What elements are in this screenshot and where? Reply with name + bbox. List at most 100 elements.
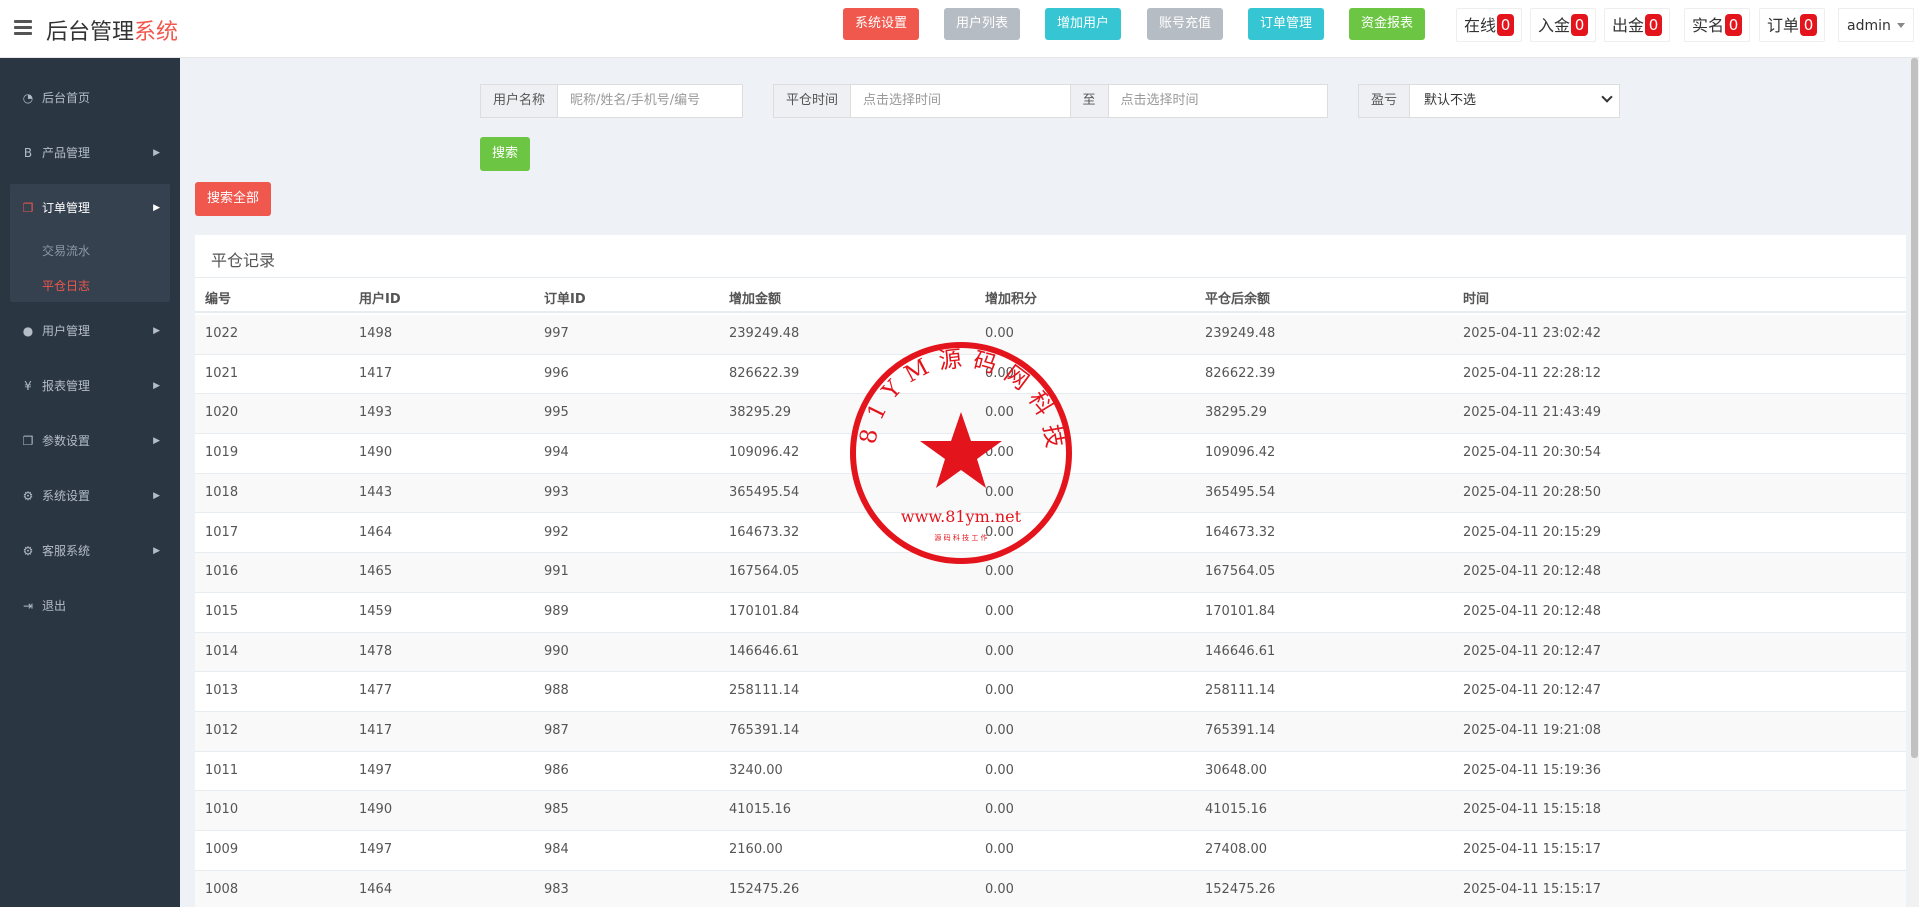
table-cell: 993 xyxy=(544,484,569,500)
table-cell: 2025-04-11 20:12:48 xyxy=(1463,564,1602,580)
table-cell: 1498 xyxy=(359,326,393,341)
sidebar-item-logout[interactable]: ⇥ 退出 xyxy=(10,584,170,628)
sidebar-item-label: 报表管理 xyxy=(42,379,91,393)
table-cell: 1009 xyxy=(205,842,239,858)
submenu-item-trade-flow[interactable]: 交易流水 xyxy=(42,242,90,259)
submenu-item-close-log[interactable]: 平仓日志 xyxy=(42,277,90,294)
sidebar-item-orders[interactable]: ❐ 订单管理 ▶ xyxy=(10,186,170,230)
table-cell: 0.00 xyxy=(985,603,1014,619)
table-cell: 1459 xyxy=(359,603,393,619)
sidebar-item-reports[interactable]: ¥ 报表管理 ▶ xyxy=(10,364,170,408)
table-cell: 164673.32 xyxy=(1205,524,1276,540)
table-cell: 826622.39 xyxy=(729,365,800,381)
table-cell: 2160.00 xyxy=(729,842,783,858)
table-cell: 170101.84 xyxy=(729,603,800,619)
table-cell: 365495.54 xyxy=(1205,484,1276,500)
chevron-down-icon xyxy=(1601,91,1613,103)
column-header: 用户ID xyxy=(359,292,401,307)
pnl-select[interactable]: 默认不选 xyxy=(1410,85,1619,117)
chevron-right-icon: ▶ xyxy=(153,148,160,158)
table-row: 1009 1497 984 2160.00 0.00 27408.00 2025-04-11… xyxy=(195,831,1906,871)
stat-withdraw[interactable]: 出金 0 xyxy=(1604,8,1671,42)
table-cell: 1019 xyxy=(205,445,239,461)
time-end-input[interactable]: 点击选择时间 xyxy=(1108,85,1327,117)
stat-online[interactable]: 在线 0 xyxy=(1456,8,1523,42)
table-cell: 41015.16 xyxy=(729,802,792,818)
stat-orders[interactable]: 订单 0 xyxy=(1759,8,1826,42)
sidebar-item-label: 用户管理 xyxy=(42,324,91,338)
brand-title: 后台管理系统 xyxy=(46,14,178,46)
table-cell: 2025-04-11 15:15:17 xyxy=(1463,881,1602,897)
table-cell: 1018 xyxy=(205,484,239,500)
table-cell: 27408.00 xyxy=(1205,842,1268,858)
time-start-input[interactable]: 点击选择时间 xyxy=(851,85,1070,117)
order-management-button[interactable]: 订单管理 xyxy=(1248,8,1325,40)
pnl-filter-group: 盈亏 默认不选 xyxy=(1358,84,1620,118)
table-cell: 987 xyxy=(544,723,569,738)
table-cell: 2025-04-11 20:12:47 xyxy=(1463,683,1602,699)
user-list-button[interactable]: 用户列表 xyxy=(944,8,1021,40)
stat-badge: 0 xyxy=(1725,14,1743,36)
sidebar-item-users[interactable]: ● 用户管理 ▶ xyxy=(10,309,170,353)
username-label: 用户名称 xyxy=(481,85,559,117)
table-cell: 1464 xyxy=(359,881,393,897)
stat-verified[interactable]: 实名 0 xyxy=(1684,8,1751,42)
add-user-button[interactable]: 增加用户 xyxy=(1045,8,1122,40)
fund-report-button[interactable]: 资金报表 xyxy=(1349,8,1426,40)
table-cell: 1417 xyxy=(359,723,393,738)
table-cell: 1490 xyxy=(359,802,393,818)
search-all-button[interactable]: 搜索全部 xyxy=(195,182,272,216)
scrollbar-thumb[interactable] xyxy=(1911,58,1918,758)
sidebar-item-home[interactable]: ◔ 后台首页 xyxy=(10,76,170,120)
system-settings-button[interactable]: 系统设置 xyxy=(843,8,920,40)
table-cell: 1493 xyxy=(359,405,393,421)
table-row: 1010 1490 985 41015.16 0.00 41015.16 2025-04-1… xyxy=(195,791,1906,832)
stat-label: 在线 xyxy=(1464,16,1497,35)
table-cell: 0.00 xyxy=(985,802,1014,818)
table-cell: 0.00 xyxy=(985,762,1014,778)
sidebar-item-label: 后台首页 xyxy=(42,91,91,105)
table-cell: 258111.14 xyxy=(1205,683,1276,699)
table-cell: 0.00 xyxy=(985,564,1014,580)
chevron-right-icon: ▶ xyxy=(153,491,160,501)
table-cell: 1015 xyxy=(205,603,239,619)
table-cell: 1014 xyxy=(205,643,239,659)
sidebar-item-params[interactable]: ❐ 参数设置 ▶ xyxy=(10,419,170,463)
menu-toggle-icon[interactable] xyxy=(14,20,32,36)
chevron-down-icon xyxy=(1896,23,1905,28)
table-cell: 30648.00 xyxy=(1205,762,1268,778)
page-scrollbar[interactable] xyxy=(1910,58,1919,907)
sidebar-item-support[interactable]: ⚙ 客服系统 ▶ xyxy=(10,529,170,573)
search-button[interactable]: 搜索 xyxy=(480,137,531,171)
sidebar-item-label: 退出 xyxy=(42,599,67,613)
username: admin xyxy=(1847,18,1891,34)
table-cell: 1478 xyxy=(359,643,393,659)
sidebar-item-products[interactable]: B 产品管理 ▶ xyxy=(10,131,170,175)
user-menu[interactable]: admin xyxy=(1838,8,1914,42)
table-cell: 41015.16 xyxy=(1205,802,1268,818)
account-recharge-button[interactable]: 账号充值 xyxy=(1147,8,1224,40)
sign-out-icon: ⇥ xyxy=(22,599,34,613)
table-cell: 164673.32 xyxy=(729,524,800,540)
column-header: 平仓后余额 xyxy=(1205,292,1271,307)
table-row: 1011 1497 986 3240.00 0.00 30648.00 2025-04-11… xyxy=(195,752,1906,792)
username-input[interactable]: 昵称/姓名/手机号/编号 xyxy=(558,85,742,117)
table-cell: 1490 xyxy=(359,445,393,461)
sidebar-item-label: 订单管理 xyxy=(42,201,91,215)
dashboard-icon: ◔ xyxy=(22,91,34,105)
top-header: 后台管理系统 系统设置 用户列表 增加用户 账号充值 订单管理 资金报表 在线 0… xyxy=(0,0,1919,58)
table-cell: 146646.61 xyxy=(1205,643,1276,659)
table-cell: 983 xyxy=(544,881,569,897)
sidebar-item-system[interactable]: ⚙ 系统设置 ▶ xyxy=(10,474,170,518)
table-cell: 38295.29 xyxy=(729,405,792,421)
table-cell: 1417 xyxy=(359,365,393,381)
chevron-right-icon: ▶ xyxy=(153,436,160,446)
sidebar-item-label: 参数设置 xyxy=(42,434,91,448)
table-cell: 109096.42 xyxy=(729,445,800,461)
stat-deposit[interactable]: 入金 0 xyxy=(1530,8,1597,42)
close-time-group: 平仓时间 点击选择时间 至 点击选择时间 xyxy=(773,84,1328,118)
stat-label: 入金 xyxy=(1538,16,1571,35)
table-cell: 2025-04-11 15:15:18 xyxy=(1463,802,1602,818)
table-cell: 2025-04-11 23:02:42 xyxy=(1463,326,1602,341)
table-cell: 989 xyxy=(544,603,569,619)
